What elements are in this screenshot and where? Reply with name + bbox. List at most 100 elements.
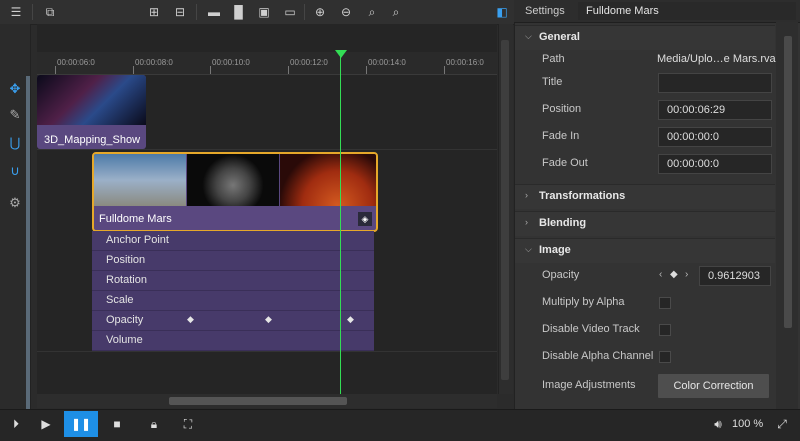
fade-in-field[interactable]: 00:00:00:0 [658, 127, 772, 147]
multiply-alpha-checkbox[interactable] [659, 297, 671, 309]
chevron-right-icon: › [525, 217, 528, 227]
section-title: Image [539, 244, 571, 256]
ruler-label: 00:00:08:0 [135, 58, 173, 67]
property-label: Opacity [106, 314, 144, 326]
fade-out-label: Fade Out [542, 157, 588, 169]
property-row[interactable]: Position [92, 251, 374, 271]
menu-icon[interactable]: ☰ [8, 4, 24, 20]
keyframe-icon[interactable]: ◆ [347, 314, 354, 325]
clip-thumbnail [280, 154, 376, 206]
timeline-hscrollbar[interactable] [37, 394, 497, 408]
next-keyframe-icon[interactable]: › [685, 269, 688, 280]
timecode-marker-icon[interactable]: ▭ [282, 4, 298, 20]
chevron-down-icon: ⌵ [525, 244, 532, 254]
move-icon[interactable]: ✥ [6, 80, 24, 98]
clip-name-field[interactable]: Fulldome Mars [578, 2, 796, 20]
ruler-tick [288, 66, 289, 74]
fullscreen-icon[interactable]: ⤢ [768, 411, 796, 437]
scrollbar-thumb[interactable] [169, 397, 347, 405]
play-from-start-icon[interactable]: ⏵ [2, 411, 30, 437]
clip-label: 3D_Mapping_Show [44, 134, 141, 146]
clip-fulldome-mars[interactable]: Fulldome Mars ◈ [92, 152, 378, 232]
section-general[interactable]: ⌵ General [515, 25, 775, 50]
ruler-tick [366, 66, 367, 74]
clip-properties: Anchor Point Position Rotation Scale Opa… [92, 231, 374, 351]
keyframe-icon[interactable]: ◆ [187, 314, 194, 325]
layers-icon[interactable]: ⧉ [42, 4, 58, 20]
fade-in-label: Fade In [542, 130, 580, 142]
zoom-in-icon[interactable]: ⊕ [312, 4, 328, 20]
image-marker-icon[interactable]: ▣ [256, 4, 272, 20]
keyframe-icon[interactable]: ◆ [265, 314, 272, 325]
ruler-tick [55, 66, 56, 74]
prev-keyframe-icon[interactable]: ‹ [659, 269, 662, 280]
volume-icon[interactable]: 🔊︎ [704, 411, 732, 437]
scrollbar-thumb[interactable] [784, 36, 792, 328]
multiply-alpha-label: Multiply by Alpha [542, 296, 625, 308]
title-field[interactable] [658, 73, 772, 93]
zoom-reset-icon[interactable]: ⌕ [388, 4, 404, 20]
ruler-label: 00:00:10:0 [212, 58, 250, 67]
ruler-label: 00:00:16:0 [446, 58, 484, 67]
disable-video-checkbox[interactable] [659, 324, 671, 336]
clip-3d-mapping-show[interactable]: 3D_Mapping_Show [37, 75, 146, 149]
add-track-below-icon[interactable]: ⊟ [172, 4, 188, 20]
property-label: Scale [106, 294, 134, 306]
clip-thumbnail [37, 75, 146, 125]
pause-marker-icon[interactable]: ▐▌ [230, 4, 247, 20]
time-ruler[interactable]: 00:00:06:0 00:00:08:0 00:00:10:0 00:00:1… [37, 52, 497, 75]
property-label: Volume [106, 334, 143, 346]
section-transformations[interactable]: › Transformations [515, 184, 775, 209]
toolbar-divider [196, 4, 197, 20]
position-field[interactable]: 00:00:06:29 [658, 100, 772, 120]
settings-title: Settings [525, 5, 565, 17]
clip-thumbnail [94, 154, 186, 206]
play-icon[interactable]: ▶ [32, 411, 60, 437]
keyframe-toggle-icon[interactable]: ◈ [358, 212, 372, 226]
fit-icon[interactable]: ⛶ [174, 411, 202, 437]
toolbar-divider [304, 4, 305, 20]
toggle-settings-icon[interactable]: ◧ [494, 4, 510, 20]
chevron-right-icon: › [525, 190, 528, 200]
pause-icon[interactable]: ❚❚ [64, 411, 98, 437]
fade-out-field[interactable]: 00:00:00:0 [658, 154, 772, 174]
snap-magnet-icon[interactable]: ⋃ [6, 134, 24, 152]
track-header-accent [26, 76, 30, 409]
section-image[interactable]: ⌵ Image [515, 238, 775, 263]
property-row[interactable]: Volume [92, 331, 374, 351]
disable-alpha-label: Disable Alpha Channel [542, 350, 654, 362]
scrollbar-thumb[interactable] [501, 40, 509, 380]
property-row[interactable]: Rotation [92, 271, 374, 291]
clip-label: Fulldome Mars [99, 213, 172, 225]
marker-icon[interactable]: ▬ [206, 4, 222, 20]
lock-icon[interactable]: 🔒︎ [140, 411, 168, 437]
keyframe-icon[interactable]: ◆ [670, 269, 678, 280]
playhead[interactable] [340, 52, 341, 394]
opacity-field[interactable]: 0.9612903 [699, 266, 771, 286]
chevron-down-icon: ⌵ [525, 31, 532, 41]
timeline-toolbar: ☰ ⧉ ⊞ ⊟ ▬ ▐▌ ▣ ▭ ⊕ ⊖ ⌕ ⌕ ◧ [0, 0, 514, 25]
ruler-label: 00:00:12:0 [290, 58, 328, 67]
add-track-above-icon[interactable]: ⊞ [146, 4, 162, 20]
property-row[interactable]: Scale [92, 291, 374, 311]
property-label: Position [106, 254, 146, 266]
gear-icon[interactable]: ⚙ [6, 194, 24, 212]
ruler-tick [444, 66, 445, 74]
zoom-fit-icon[interactable]: ⌕ [364, 4, 380, 20]
stop-icon[interactable]: ■ [103, 411, 131, 437]
pen-icon[interactable]: ✎ [6, 106, 24, 124]
volume-percent: 100 % [732, 418, 764, 430]
section-title: Blending [539, 217, 587, 229]
section-title: Transformations [539, 190, 626, 202]
playhead-handle[interactable] [335, 50, 347, 58]
disable-alpha-checkbox[interactable] [659, 351, 671, 363]
magnet-icon[interactable]: ∪ [6, 162, 24, 180]
image-adjustments-label: Image Adjustments [542, 379, 636, 391]
color-correction-button[interactable]: Color Correction [658, 374, 769, 398]
ruler-tick [210, 66, 211, 74]
property-row[interactable]: Anchor Point [92, 231, 374, 251]
section-blending[interactable]: › Blending [515, 211, 775, 236]
property-row[interactable]: Opacity ◆ ◆ ◆ [92, 311, 374, 331]
zoom-out-icon[interactable]: ⊖ [338, 4, 354, 20]
toolbar-divider [32, 4, 33, 20]
